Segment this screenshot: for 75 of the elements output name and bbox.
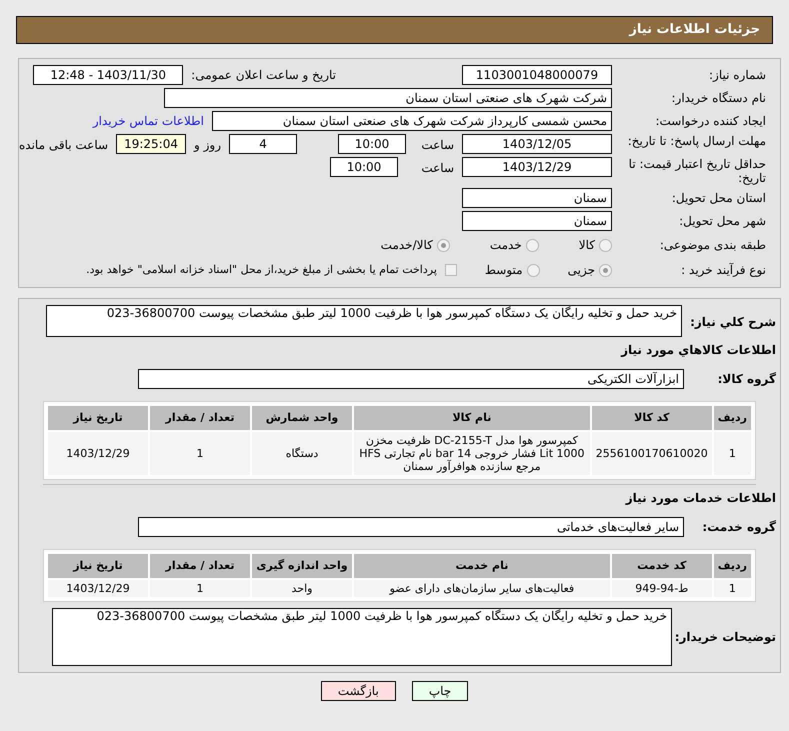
- text-area[interactable]: خرید حمل و تخلیه رایگان یک دستگاه کمپرسور هوا با ظرفیت 1000 لیتر طبق مشخصات پیوست 36800700-023: [52, 608, 672, 666]
- field-label: نام دستگاه خریدار:: [670, 91, 767, 105]
- table-cell: فعالیت‌های سایر سازمان‌های دارای عضو: [354, 580, 610, 597]
- field-label: شهر محل تحویل:: [678, 214, 767, 228]
- field-label: شماره نیاز:: [708, 68, 767, 82]
- field-label: روز و: [194, 137, 222, 154]
- text-field[interactable]: 1403/11/30 - 12:48: [33, 65, 184, 85]
- field-label: ایجاد کننده درخواست:: [654, 114, 767, 128]
- column-header: واحد اندازه گیری: [252, 554, 352, 578]
- column-header: ردیف: [714, 554, 751, 578]
- table-cell: 1: [714, 432, 751, 475]
- column-header: تعداد / مقدار: [150, 406, 250, 430]
- radio-button[interactable]: [599, 264, 612, 276]
- field-label: کالا: [578, 237, 595, 254]
- section-heading: اطلاعات خدمات مورد نیاز: [624, 490, 777, 507]
- radio-button[interactable]: [436, 238, 450, 252]
- section-heading: اطلاعات کالاهاي مورد نياز: [620, 342, 777, 359]
- text-field[interactable]: 10:00: [330, 157, 398, 177]
- field-label: گروه خدمت:: [701, 519, 776, 536]
- field-label: گروه کالا:: [716, 371, 776, 388]
- print-button[interactable]: چاپ: [412, 681, 468, 701]
- table-cell: دستگاه: [252, 432, 352, 475]
- field-label: شرح کلي نياز:: [690, 314, 776, 331]
- text-field[interactable]: سمنان: [462, 188, 612, 208]
- field-label: نوع فرآیند خرید :: [680, 263, 767, 277]
- table-cell: ط-94-949: [612, 580, 712, 597]
- table-cell: 1: [150, 432, 250, 475]
- field-label: استان محل تحویل:: [670, 191, 767, 205]
- radio-button[interactable]: [599, 238, 612, 252]
- column-header: تاریخ نیاز: [48, 406, 148, 430]
- field-label: مهلت ارسال پاسخ: تا تاریخ:: [626, 134, 767, 148]
- text-field[interactable]: سمنان: [462, 211, 612, 231]
- table-cell: 1403/12/29: [48, 580, 148, 597]
- table-cell: کمپرسور هوا مدل DC-2155-T ظرفیت مخزن Lit 1000 فشار خروجی bar 14 نام تجارتی HFS مرجع سازنده هوافرآور سمنان: [354, 432, 590, 475]
- table-cell: 1: [714, 580, 751, 597]
- field-label: تاریخ و ساعت اعلان عمومی:: [191, 67, 336, 84]
- column-header: ردیف: [714, 406, 751, 430]
- field-label: متوسط: [484, 262, 523, 279]
- text-field[interactable]: 19:25:04: [116, 134, 186, 154]
- radio-button[interactable]: [526, 238, 539, 252]
- page-title: جزئیات اطلاعات نیاز: [629, 21, 760, 40]
- contact-link[interactable]: اطلاعات تماس خریدار: [92, 112, 204, 130]
- text-field[interactable]: 1403/12/29: [462, 157, 612, 177]
- column-header: تعداد / مقدار: [150, 554, 250, 578]
- field-label: طبقه بندی موضوعی:: [658, 238, 767, 252]
- text-field[interactable]: 1103001048000079: [462, 65, 612, 85]
- column-header: نام خدمت: [354, 554, 610, 578]
- field-label: کالا/خدمت: [380, 237, 433, 254]
- back-button[interactable]: بازگشت: [320, 681, 396, 701]
- table-cell: واحد: [252, 580, 352, 597]
- field-label: جزیی: [568, 262, 595, 279]
- text-field[interactable]: ابزارآلات الکتریکی: [138, 369, 684, 389]
- table-cell: 1403/12/29: [48, 432, 148, 475]
- field-label: خدمت: [490, 237, 522, 254]
- field-label: ساعت: [420, 160, 454, 177]
- text-field[interactable]: شرکت شهرک های صنعتی استان سمنان: [164, 88, 612, 108]
- text-field[interactable]: 1403/12/05: [462, 134, 612, 154]
- column-header: تاریخ نیاز: [48, 554, 148, 578]
- table-cell: 2556100170610020: [592, 432, 712, 475]
- checkbox[interactable]: [444, 264, 457, 276]
- field-label: پرداخت تمام یا بخشی از مبلغ خرید،از محل "اسناد خزانه اسلامی" خواهد بود.: [86, 262, 437, 278]
- column-header: کد کالا: [592, 406, 712, 430]
- text-field[interactable]: محسن شمسی کارپرداز شرکت شهرک های صنعتی استان سمنان: [212, 111, 612, 131]
- text-field[interactable]: 10:00: [338, 134, 406, 154]
- text-field[interactable]: سایر فعالیت‌های خدماتی: [138, 517, 684, 537]
- radio-button[interactable]: [526, 264, 540, 276]
- column-header: نام کالا: [354, 406, 590, 430]
- text-area[interactable]: خرید حمل و تخلیه رایگان یک دستگاه کمپرسور هوا با ظرفیت 1000 لیتر طبق مشخصات پیوست 36800700-023: [46, 305, 682, 337]
- field-label: حداقل تاریخ اعتبار قیمت: تا تاریخ:: [628, 157, 767, 185]
- text-field[interactable]: 4: [229, 134, 298, 154]
- column-header: واحد شمارش: [252, 406, 352, 430]
- column-header: کد خدمت: [612, 554, 712, 578]
- field-label: ساعت باقی مانده: [19, 137, 108, 154]
- table-cell: 1: [150, 580, 250, 597]
- field-label: ساعت: [420, 137, 454, 154]
